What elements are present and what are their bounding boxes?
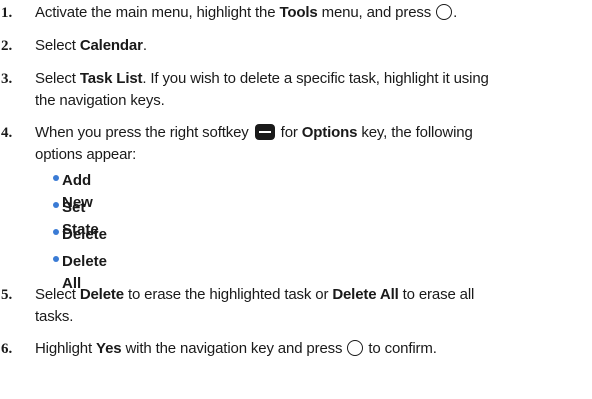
menu-name: Calendar <box>79 37 143 54</box>
circle-key-icon <box>436 4 453 20</box>
bullet-icon <box>53 229 59 235</box>
instruction-page: 1. Activate the main menu, highlight the… <box>0 0 592 399</box>
bullet-icon <box>53 256 59 262</box>
step-number: 2. <box>1 38 13 54</box>
step-number: 6. <box>1 341 13 357</box>
step-number: 3. <box>1 71 13 87</box>
menu-name: Delete <box>79 286 124 303</box>
menu-name: Task List <box>79 70 143 87</box>
bullet-icon <box>53 202 59 208</box>
step-number: 4. <box>1 125 13 141</box>
circle-key-icon <box>347 340 364 356</box>
menu-name: Tools <box>279 4 318 21</box>
menu-name: Delete All <box>332 286 399 303</box>
step-number: 1. <box>1 5 13 21</box>
menu-name: Options <box>301 124 358 141</box>
step-number: 5. <box>1 287 13 303</box>
menu-name: Yes <box>96 340 122 357</box>
bullet-icon <box>53 175 59 181</box>
right-softkey-icon <box>254 124 275 140</box>
